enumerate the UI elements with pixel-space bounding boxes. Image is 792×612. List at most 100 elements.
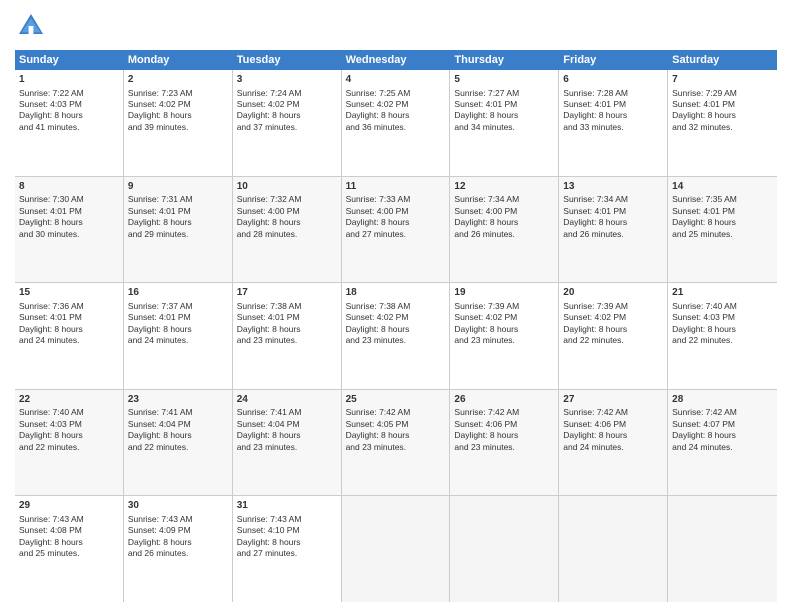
header-day-sunday: Sunday <box>15 50 124 70</box>
day-info-line: Sunset: 4:04 PM <box>128 419 228 430</box>
day-info-line: Sunset: 4:02 PM <box>346 99 446 110</box>
day-info-line: Sunrise: 7:22 AM <box>19 88 119 99</box>
day-info-line: and 25 minutes. <box>19 548 119 559</box>
header-day-thursday: Thursday <box>450 50 559 70</box>
day-info-line: Sunrise: 7:38 AM <box>237 301 337 312</box>
day-info-line: Sunset: 4:01 PM <box>672 99 773 110</box>
day-info-line: Sunset: 4:01 PM <box>672 206 773 217</box>
calendar: SundayMondayTuesdayWednesdayThursdayFrid… <box>15 50 777 602</box>
page: SundayMondayTuesdayWednesdayThursdayFrid… <box>0 0 792 612</box>
calendar-week-5: 29Sunrise: 7:43 AMSunset: 4:08 PMDayligh… <box>15 496 777 602</box>
day-info-line: and 41 minutes. <box>19 122 119 133</box>
day-number: 3 <box>237 73 337 87</box>
day-number: 9 <box>128 180 228 194</box>
day-info-line: Daylight: 8 hours <box>128 110 228 121</box>
calendar-week-4: 22Sunrise: 7:40 AMSunset: 4:03 PMDayligh… <box>15 390 777 497</box>
day-info-line: Sunrise: 7:42 AM <box>346 407 446 418</box>
calendar-week-3: 15Sunrise: 7:36 AMSunset: 4:01 PMDayligh… <box>15 283 777 390</box>
empty-cell <box>342 496 451 602</box>
day-info-line: and 23 minutes. <box>237 442 337 453</box>
day-cell-24: 24Sunrise: 7:41 AMSunset: 4:04 PMDayligh… <box>233 390 342 496</box>
header-day-friday: Friday <box>559 50 668 70</box>
day-info-line: Sunrise: 7:30 AM <box>19 194 119 205</box>
logo <box>15 10 51 42</box>
day-info-line: and 23 minutes. <box>454 442 554 453</box>
day-cell-22: 22Sunrise: 7:40 AMSunset: 4:03 PMDayligh… <box>15 390 124 496</box>
day-info-line: Sunset: 4:08 PM <box>19 525 119 536</box>
day-info-line: Daylight: 8 hours <box>346 217 446 228</box>
day-cell-16: 16Sunrise: 7:37 AMSunset: 4:01 PMDayligh… <box>124 283 233 389</box>
day-info-line: Daylight: 8 hours <box>19 537 119 548</box>
day-info-line: Sunset: 4:06 PM <box>454 419 554 430</box>
day-info-line: and 22 minutes. <box>19 442 119 453</box>
day-info-line: Sunset: 4:01 PM <box>563 99 663 110</box>
day-number: 7 <box>672 73 773 87</box>
day-info-line: Sunset: 4:10 PM <box>237 525 337 536</box>
day-number: 31 <box>237 499 337 513</box>
day-info-line: Sunrise: 7:43 AM <box>128 514 228 525</box>
day-info-line: and 24 minutes. <box>563 442 663 453</box>
day-info-line: Sunrise: 7:29 AM <box>672 88 773 99</box>
day-info-line: and 23 minutes. <box>346 442 446 453</box>
day-info-line: Daylight: 8 hours <box>19 430 119 441</box>
day-info-line: and 27 minutes. <box>346 229 446 240</box>
day-info-line: Daylight: 8 hours <box>19 110 119 121</box>
day-info-line: Sunrise: 7:41 AM <box>128 407 228 418</box>
day-info-line: Sunrise: 7:39 AM <box>563 301 663 312</box>
day-info-line: and 23 minutes. <box>237 335 337 346</box>
day-number: 28 <box>672 393 773 407</box>
day-cell-1: 1Sunrise: 7:22 AMSunset: 4:03 PMDaylight… <box>15 70 124 176</box>
day-info-line: Sunrise: 7:36 AM <box>19 301 119 312</box>
day-cell-19: 19Sunrise: 7:39 AMSunset: 4:02 PMDayligh… <box>450 283 559 389</box>
day-info-line: Sunrise: 7:34 AM <box>454 194 554 205</box>
day-info-line: Daylight: 8 hours <box>454 110 554 121</box>
day-info-line: Sunrise: 7:23 AM <box>128 88 228 99</box>
day-info-line: Daylight: 8 hours <box>237 110 337 121</box>
day-info-line: Sunrise: 7:39 AM <box>454 301 554 312</box>
calendar-week-2: 8Sunrise: 7:30 AMSunset: 4:01 PMDaylight… <box>15 177 777 284</box>
day-info-line: and 22 minutes. <box>672 335 773 346</box>
day-info-line: Sunrise: 7:37 AM <box>128 301 228 312</box>
day-info-line: Daylight: 8 hours <box>672 217 773 228</box>
day-number: 1 <box>19 73 119 87</box>
day-info-line: Sunset: 4:03 PM <box>19 419 119 430</box>
day-cell-7: 7Sunrise: 7:29 AMSunset: 4:01 PMDaylight… <box>668 70 777 176</box>
day-info-line: Sunset: 4:09 PM <box>128 525 228 536</box>
day-number: 19 <box>454 286 554 300</box>
day-info-line: Daylight: 8 hours <box>672 324 773 335</box>
day-info-line: Sunset: 4:01 PM <box>128 312 228 323</box>
day-info-line: Sunset: 4:01 PM <box>454 99 554 110</box>
day-number: 15 <box>19 286 119 300</box>
day-info-line: and 30 minutes. <box>19 229 119 240</box>
calendar-header: SundayMondayTuesdayWednesdayThursdayFrid… <box>15 50 777 70</box>
day-info-line: and 28 minutes. <box>237 229 337 240</box>
day-info-line: Sunrise: 7:28 AM <box>563 88 663 99</box>
day-info-line: Daylight: 8 hours <box>454 430 554 441</box>
day-number: 6 <box>563 73 663 87</box>
day-info-line: Daylight: 8 hours <box>346 430 446 441</box>
day-info-line: and 26 minutes. <box>454 229 554 240</box>
day-info-line: Sunset: 4:00 PM <box>454 206 554 217</box>
day-cell-11: 11Sunrise: 7:33 AMSunset: 4:00 PMDayligh… <box>342 177 451 283</box>
day-info-line: Daylight: 8 hours <box>563 430 663 441</box>
day-cell-8: 8Sunrise: 7:30 AMSunset: 4:01 PMDaylight… <box>15 177 124 283</box>
empty-cell <box>450 496 559 602</box>
day-cell-21: 21Sunrise: 7:40 AMSunset: 4:03 PMDayligh… <box>668 283 777 389</box>
day-number: 17 <box>237 286 337 300</box>
day-info-line: Daylight: 8 hours <box>19 217 119 228</box>
day-number: 10 <box>237 180 337 194</box>
day-info-line: Sunset: 4:02 PM <box>346 312 446 323</box>
day-info-line: Sunset: 4:07 PM <box>672 419 773 430</box>
day-number: 2 <box>128 73 228 87</box>
day-info-line: Sunrise: 7:27 AM <box>454 88 554 99</box>
day-info-line: Sunset: 4:05 PM <box>346 419 446 430</box>
day-cell-29: 29Sunrise: 7:43 AMSunset: 4:08 PMDayligh… <box>15 496 124 602</box>
day-info-line: Sunrise: 7:42 AM <box>563 407 663 418</box>
day-info-line: Sunrise: 7:41 AM <box>237 407 337 418</box>
day-cell-20: 20Sunrise: 7:39 AMSunset: 4:02 PMDayligh… <box>559 283 668 389</box>
day-info-line: Sunrise: 7:40 AM <box>672 301 773 312</box>
day-info-line: Daylight: 8 hours <box>128 537 228 548</box>
day-number: 30 <box>128 499 228 513</box>
day-info-line: Daylight: 8 hours <box>563 110 663 121</box>
day-info-line: Daylight: 8 hours <box>128 324 228 335</box>
